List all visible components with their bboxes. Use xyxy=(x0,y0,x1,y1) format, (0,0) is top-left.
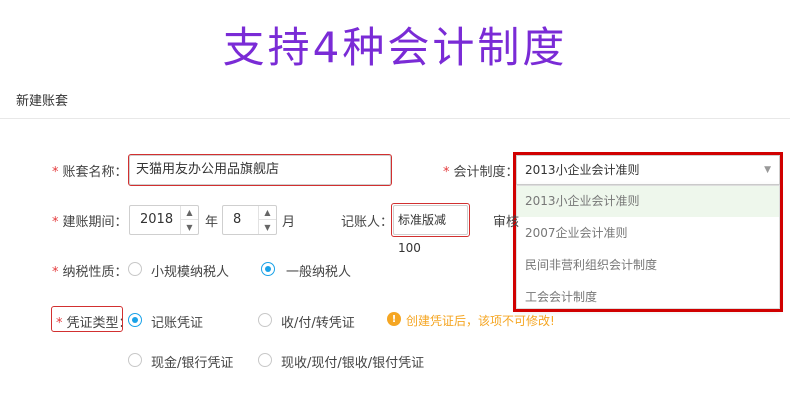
dropdown-option[interactable]: 2013小企业会计准则 xyxy=(517,186,779,217)
month-stepper[interactable]: 8 ▲ ▼ xyxy=(222,205,277,235)
radio-voucher-cash-bank-detailed[interactable] xyxy=(258,353,272,367)
bookkeeper-label: 记账人： xyxy=(341,215,394,230)
account-name-label: * 账套名称： xyxy=(52,165,128,180)
radio-label: 一般纳税人 xyxy=(286,265,352,280)
year-unit: 年 xyxy=(205,215,219,230)
required-mark: * xyxy=(443,165,450,180)
accounting-system-label: * 会计制度： xyxy=(443,165,519,180)
required-mark: * xyxy=(52,165,59,180)
page-title: 新建账套 xyxy=(16,94,69,109)
account-name-input[interactable]: 天猫用友办公用品旗舰店 xyxy=(129,155,391,185)
warning-icon: ! xyxy=(387,312,401,326)
header-divider xyxy=(0,118,790,119)
caret-up-icon[interactable]: ▲ xyxy=(181,206,198,220)
accounting-system-value: 2013小企业会计准则 xyxy=(525,163,640,177)
caret-down-icon[interactable]: ▼ xyxy=(181,220,198,234)
bookkeeper-input[interactable]: 标准版减100 xyxy=(393,205,468,255)
auditor-label: 审核 xyxy=(493,215,520,230)
required-mark: * xyxy=(52,265,59,280)
accounting-system-select[interactable]: 2013小企业会计准则 ▼ xyxy=(516,155,780,185)
month-unit: 月 xyxy=(282,215,296,230)
dropdown-option[interactable]: 工会会计制度 xyxy=(517,282,779,313)
year-stepper[interactable]: 2018 ▲ ▼ xyxy=(129,205,199,235)
year-value: 2018 xyxy=(140,212,174,227)
chevron-down-icon: ▼ xyxy=(764,165,771,175)
radio-general-taxpayer[interactable] xyxy=(261,262,275,276)
dropdown-option[interactable]: 2007企业会计准则 xyxy=(517,218,779,249)
month-stepper-arrows: ▲ ▼ xyxy=(258,206,276,234)
banner-title: 支持4种会计制度 xyxy=(222,23,568,72)
period-label: * 建账期间： xyxy=(52,215,128,230)
radio-voucher-general[interactable] xyxy=(128,313,142,327)
radio-label: 现金/银行凭证 xyxy=(151,356,234,371)
radio-voucher-cash-bank[interactable] xyxy=(128,353,142,367)
year-stepper-arrows: ▲ ▼ xyxy=(180,206,198,234)
required-mark: * xyxy=(52,215,59,230)
radio-voucher-receipt-payment-transfer[interactable] xyxy=(258,313,272,327)
required-mark: * xyxy=(56,316,63,331)
voucher-type-label: * 凭证类型： xyxy=(56,316,132,331)
radio-small-taxpayer[interactable] xyxy=(128,262,142,276)
caret-up-icon[interactable]: ▲ xyxy=(259,206,276,220)
radio-label: 收/付/转凭证 xyxy=(281,316,355,331)
caret-down-icon[interactable]: ▼ xyxy=(259,220,276,234)
radio-label: 记账凭证 xyxy=(151,316,204,331)
voucher-warning: 创建凭证后，该项不可修改! xyxy=(406,314,555,328)
radio-label: 小规模纳税人 xyxy=(151,265,230,280)
banner: 支持4种会计制度 xyxy=(0,0,790,80)
tax-label: * 纳税性质： xyxy=(52,265,128,280)
accounting-system-dropdown: 2013小企业会计准则 2007企业会计准则 民间非营利组织会计制度 工会会计制… xyxy=(516,185,780,309)
radio-label: 现收/现付/银收/银付凭证 xyxy=(281,356,425,371)
month-value: 8 xyxy=(233,212,242,227)
dropdown-option[interactable]: 民间非营利组织会计制度 xyxy=(517,250,779,281)
